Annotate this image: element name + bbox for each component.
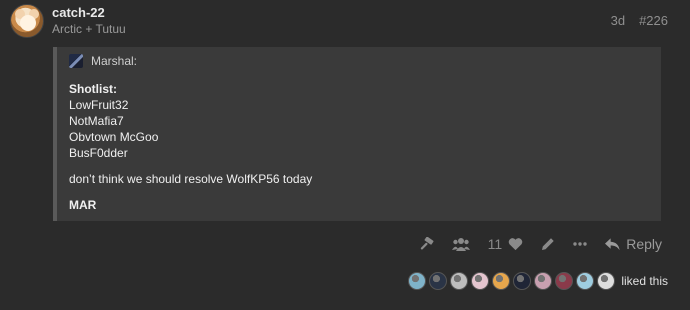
post-meta: 3d #226 (611, 13, 668, 28)
post-age[interactable]: 3d (611, 13, 625, 28)
more-button[interactable] (573, 242, 587, 246)
post-actions: 11 Reply (419, 236, 662, 252)
edit-button[interactable] (541, 237, 555, 251)
like-button[interactable]: 11 (488, 236, 524, 252)
ellipsis-icon (573, 242, 587, 246)
liker-avatar[interactable] (450, 272, 469, 290)
shotlist-item: NotMafia7 (69, 114, 124, 128)
who-liked-button[interactable] (451, 237, 470, 251)
pencil-icon (542, 238, 554, 250)
quote-message: don’t think we should resolve WolfKP56 t… (69, 172, 313, 186)
admin-button[interactable] (419, 236, 434, 252)
reply-label: Reply (626, 236, 662, 252)
liker-avatar[interactable] (471, 272, 490, 290)
username[interactable]: catch-22 (52, 5, 105, 20)
liker-avatar[interactable] (513, 272, 532, 290)
liker-avatar[interactable] (408, 272, 427, 290)
quote-signature: MAR (69, 198, 97, 212)
quote-body: Shotlist: LowFruit32 NotMafia7 Obvtown M… (69, 81, 312, 213)
post-number[interactable]: #226 (639, 13, 668, 28)
quote-block: Marshal: Shotlist: LowFruit32 NotMafia7 … (53, 47, 661, 221)
liker-avatar[interactable] (534, 272, 553, 290)
user-avatar[interactable] (10, 4, 44, 38)
liker-avatar[interactable] (555, 272, 574, 290)
liker-avatar[interactable] (429, 272, 448, 290)
shotlist-heading: Shotlist: (69, 82, 117, 96)
heart-icon (508, 238, 523, 251)
quote-author: Marshal: (91, 54, 138, 68)
liker-avatar[interactable] (576, 272, 595, 290)
hammer-icon (420, 236, 434, 250)
shotlist-item: BusF0dder (69, 146, 128, 160)
shotlist-item: LowFruit32 (69, 98, 129, 112)
liked-this-text: liked this (621, 274, 668, 288)
avatar-face (20, 15, 36, 31)
users-icon (451, 238, 470, 251)
post: catch-22 Arctic + Tutuu 3d #226 Marshal:… (0, 0, 690, 310)
shotlist-item: Obvtown McGoo (69, 130, 159, 144)
quote-author-avatar (69, 54, 83, 68)
liker-avatar[interactable] (597, 272, 616, 290)
user-title: Arctic + Tutuu (52, 22, 126, 36)
reply-icon (605, 237, 620, 250)
quote-header[interactable]: Marshal: (69, 54, 137, 68)
liker-avatar[interactable] (492, 272, 511, 290)
reply-button[interactable]: Reply (605, 236, 662, 252)
like-count: 11 (487, 236, 503, 252)
liked-by-row: liked this (408, 272, 668, 290)
